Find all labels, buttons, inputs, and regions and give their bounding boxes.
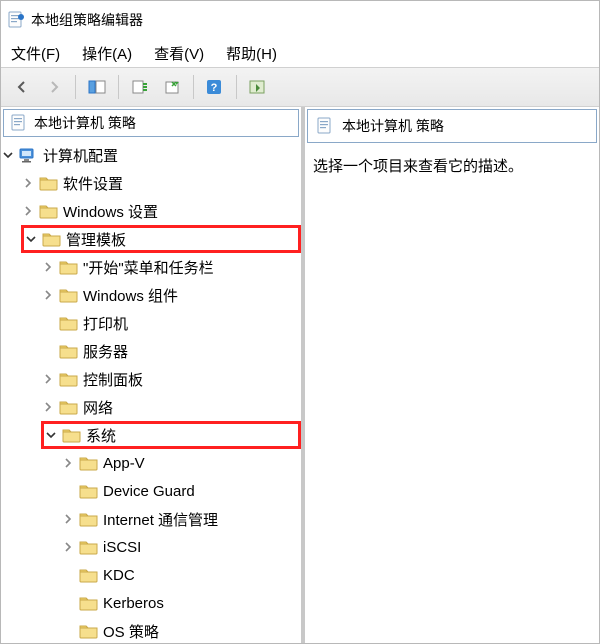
- tree-item-iscsi[interactable]: iSCSI: [61, 533, 301, 561]
- folder-icon: [59, 370, 79, 388]
- folder-icon: [59, 286, 79, 304]
- tree-item-windows-settings[interactable]: Windows 设置: [21, 197, 301, 225]
- tree-root-label: 本地计算机 策略: [34, 113, 136, 133]
- forward-button[interactable]: [39, 72, 69, 102]
- tree-item-label: Windows 设置: [63, 201, 158, 222]
- tree-item-label: Kerberos: [103, 595, 164, 612]
- folder-icon: [79, 454, 99, 472]
- tree-item-label: Internet 通信管理: [103, 509, 218, 530]
- toolbar-separator: [236, 75, 237, 99]
- tree-pane: 本地计算机 策略 计算机配置软件设置 Windows 设置管理模板 "开始"菜单和任…: [1, 107, 305, 643]
- menu-file[interactable]: 文件(F): [11, 43, 60, 64]
- chevron-right-icon[interactable]: [21, 176, 35, 190]
- folder-icon: [59, 258, 79, 276]
- window-title: 本地组策略编辑器: [31, 10, 143, 30]
- chevron-right-icon[interactable]: [41, 400, 55, 414]
- chevron-down-icon[interactable]: [44, 428, 58, 442]
- tree-item-software-settings[interactable]: 软件设置: [21, 169, 301, 197]
- menu-help[interactable]: 帮助(H): [226, 43, 277, 64]
- tree-item-control-panel[interactable]: 控制面板: [41, 365, 301, 393]
- tree-item-computer-config[interactable]: 计算机配置: [1, 141, 301, 169]
- folder-icon: [79, 622, 99, 640]
- chevron-right-icon[interactable]: [41, 372, 55, 386]
- tree-item-label: 系统: [86, 425, 116, 446]
- tree-item-label: 软件设置: [63, 173, 123, 194]
- tree-item-network[interactable]: 网络: [41, 393, 301, 421]
- tree-item-label: iSCSI: [103, 539, 141, 556]
- tree-item-label: App-V: [103, 455, 145, 472]
- tree-item-windows-components[interactable]: Windows 组件: [41, 281, 301, 309]
- computer-icon: [19, 146, 39, 164]
- folder-icon: [79, 538, 99, 556]
- toolbar: ?: [1, 67, 599, 107]
- tree-item-admin-templates[interactable]: 管理模板: [21, 225, 301, 253]
- policy-document-icon: [7, 11, 25, 29]
- tree-item-label: "开始"菜单和任务栏: [83, 257, 214, 278]
- folder-icon: [79, 566, 99, 584]
- help-button[interactable]: ?: [200, 72, 230, 102]
- show-hide-tree-button[interactable]: [82, 72, 112, 102]
- menu-action[interactable]: 操作(A): [82, 43, 132, 64]
- tree-item-label: 网络: [83, 397, 113, 418]
- toolbar-separator: [118, 75, 119, 99]
- title-bar: 本地组策略编辑器: [1, 1, 599, 39]
- content-area: 本地计算机 策略 计算机配置软件设置 Windows 设置管理模板 "开始"菜单和任…: [1, 107, 599, 643]
- tree-item-server[interactable]: 服务器: [41, 337, 301, 365]
- details-description: 选择一个项目来查看它的描述。: [307, 143, 597, 188]
- folder-icon: [62, 426, 82, 444]
- tree-item-label: 打印机: [83, 313, 128, 334]
- tree-item-label: 服务器: [83, 341, 128, 362]
- export-list-button[interactable]: [125, 72, 155, 102]
- tree-item-label: 管理模板: [66, 229, 126, 250]
- chevron-right-icon[interactable]: [61, 540, 75, 554]
- tree-item-label: Windows 组件: [83, 285, 178, 306]
- policy-document-icon: [316, 117, 334, 135]
- filter-button[interactable]: [243, 72, 273, 102]
- tree-item-app-v[interactable]: App-V: [61, 449, 301, 477]
- folder-icon: [79, 510, 99, 528]
- folder-icon: [59, 314, 79, 332]
- toolbar-separator: [193, 75, 194, 99]
- svg-text:?: ?: [211, 82, 218, 94]
- details-pane: 本地计算机 策略 选择一个项目来查看它的描述。: [305, 107, 599, 643]
- menu-bar: 文件(F) 操作(A) 查看(V) 帮助(H): [1, 39, 599, 67]
- back-button[interactable]: [7, 72, 37, 102]
- chevron-down-icon[interactable]: [24, 232, 38, 246]
- tree-item-label: KDC: [103, 567, 135, 584]
- properties-button[interactable]: [157, 72, 187, 102]
- tree-header[interactable]: 本地计算机 策略: [3, 109, 299, 137]
- tree-item-os-policy[interactable]: OS 策略: [61, 617, 301, 643]
- folder-icon: [39, 202, 59, 220]
- tree-view[interactable]: 计算机配置软件设置 Windows 设置管理模板 "开始"菜单和任务栏 Windows…: [1, 141, 301, 643]
- tree-item-label: 控制面板: [83, 369, 143, 390]
- chevron-right-icon[interactable]: [21, 204, 35, 218]
- tree-item-label: Device Guard: [103, 483, 195, 500]
- tree-item-system[interactable]: 系统: [41, 421, 301, 449]
- tree-item-start-taskbar[interactable]: "开始"菜单和任务栏: [41, 253, 301, 281]
- chevron-right-icon[interactable]: [41, 288, 55, 302]
- policy-document-icon: [10, 114, 28, 132]
- details-header-title: 本地计算机 策略: [342, 116, 444, 136]
- folder-icon: [59, 398, 79, 416]
- tree-item-label: 计算机配置: [43, 145, 118, 166]
- folder-icon: [79, 482, 99, 500]
- menu-view[interactable]: 查看(V): [154, 43, 204, 64]
- chevron-right-icon[interactable]: [61, 456, 75, 470]
- tree-item-kerberos[interactable]: Kerberos: [61, 589, 301, 617]
- folder-icon: [79, 594, 99, 612]
- tree-item-printer[interactable]: 打印机: [41, 309, 301, 337]
- toolbar-separator: [75, 75, 76, 99]
- folder-icon: [59, 342, 79, 360]
- chevron-right-icon[interactable]: [41, 260, 55, 274]
- tree-item-device-guard[interactable]: Device Guard: [61, 477, 301, 505]
- folder-icon: [42, 230, 62, 248]
- details-header: 本地计算机 策略: [307, 109, 597, 143]
- tree-item-kdc[interactable]: KDC: [61, 561, 301, 589]
- tree-item-internet-comm[interactable]: Internet 通信管理: [61, 505, 301, 533]
- tree-item-label: OS 策略: [103, 621, 159, 642]
- folder-icon: [39, 174, 59, 192]
- chevron-down-icon[interactable]: [1, 148, 15, 162]
- chevron-right-icon[interactable]: [61, 512, 75, 526]
